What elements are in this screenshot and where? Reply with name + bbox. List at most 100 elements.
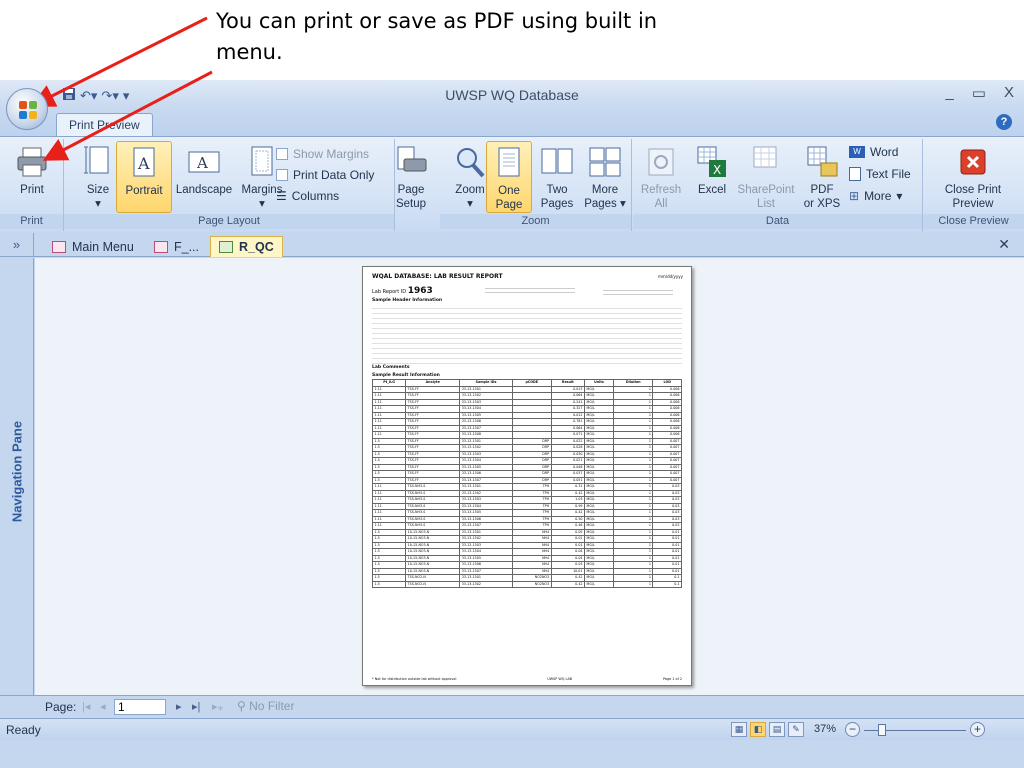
- table-cell: 0.1: [652, 580, 682, 588]
- next-page-button[interactable]: ▸: [176, 700, 182, 713]
- table-cell: MG/L: [584, 580, 614, 588]
- refresh-all-button[interactable]: Refresh All: [633, 141, 689, 213]
- help-icon[interactable]: ?: [996, 114, 1012, 130]
- footer-lab: UWSP WQ LAB: [547, 677, 573, 681]
- report-meta-block: [485, 285, 575, 293]
- page-label: Page:: [45, 700, 77, 714]
- group-data: Refresh All X Excel SharePoint List PDF or …: [633, 139, 923, 231]
- more-export-button[interactable]: ⊞ More ▾: [849, 187, 902, 205]
- landscape-button[interactable]: A Landscape: [172, 141, 236, 213]
- no-filter-indicator[interactable]: ⚲ No Filter: [237, 699, 294, 713]
- svg-text:X: X: [713, 163, 721, 177]
- report-footer: * Not for distribution outside lab witho…: [372, 677, 682, 681]
- navigation-pane-collapsed[interactable]: Navigation Pane: [0, 258, 34, 695]
- margins-icon: [251, 146, 273, 176]
- document-tab-bar: » Main Menu F_... R_QC ✕: [0, 233, 1024, 257]
- print-preview-area: WQAL DATABASE: LAB RESULT REPORT mm/dd/y…: [35, 258, 1024, 695]
- minimize-button[interactable]: _: [945, 84, 953, 102]
- one-page-icon: [498, 147, 520, 177]
- printer-icon: [17, 147, 47, 177]
- callout-line-1: You can print or save as PDF using built…: [216, 9, 658, 33]
- nav-pane-toggle[interactable]: »: [0, 233, 34, 257]
- close-preview-icon: [960, 149, 986, 175]
- group-page-layout: Size ▾ A Portrait A Landscape Margins ▾ Sh…: [64, 139, 395, 231]
- word-icon: W: [849, 146, 865, 158]
- ribbon: Print Print Size ▾ A Portrait A Landscape: [0, 136, 1024, 232]
- layout-view-icon[interactable]: ▤: [769, 722, 785, 737]
- page-setup-icon: [397, 146, 427, 172]
- text-file-export-button[interactable]: Text File: [849, 165, 911, 183]
- status-bar: Ready ▦ ◧ ▤ ✎ 37% − +: [0, 718, 1024, 740]
- lab-report-id: Lab Report ID 1963: [372, 286, 433, 296]
- table-cell: 1.5: [371, 580, 407, 588]
- word-export-button[interactable]: W Word: [849, 143, 898, 161]
- close-button[interactable]: X: [1004, 84, 1014, 102]
- group-print: Print Print: [0, 139, 64, 231]
- report-icon: [219, 241, 233, 253]
- last-page-button[interactable]: ▸|: [192, 700, 200, 713]
- tab-main-menu[interactable]: Main Menu: [44, 236, 142, 257]
- report-date: mm/dd/yyyy: [657, 274, 683, 279]
- two-pages-button[interactable]: Two Pages: [534, 141, 580, 213]
- report-title: WQAL DATABASE: LAB RESULT REPORT: [372, 273, 503, 280]
- report-view-icon[interactable]: ▦: [731, 722, 747, 737]
- zoom-out-button[interactable]: −: [845, 722, 860, 737]
- excel-button[interactable]: X Excel: [691, 141, 733, 213]
- group-label-close-preview: Close Preview: [923, 214, 1024, 229]
- columns-icon: ☰: [276, 189, 287, 203]
- group-label-page-layout: Page Layout: [64, 214, 394, 229]
- show-margins-checkbox[interactable]: Show Margins: [276, 145, 369, 163]
- first-page-button[interactable]: |◂: [82, 700, 90, 713]
- table-cell: 33-13-1502: [459, 580, 513, 588]
- more-export-icon: ⊞: [849, 189, 860, 203]
- form-icon: [154, 240, 168, 253]
- title-bar: ↶▾ ↷▾ ▾ UWSP WQ Database _ ▭ X: [0, 80, 1024, 110]
- new-record-button[interactable]: ▸⁎: [212, 700, 223, 713]
- group-close-preview: Close Print Preview Close Preview: [923, 139, 1024, 231]
- zoom-in-button[interactable]: +: [970, 722, 985, 737]
- office-button[interactable]: [6, 88, 48, 130]
- footer-note: * Not for distribution outside lab witho…: [372, 677, 457, 681]
- close-document-icon[interactable]: ✕: [998, 236, 1010, 253]
- columns-button[interactable]: ☰ Columns: [276, 187, 339, 205]
- tab-print-preview[interactable]: Print Preview: [56, 113, 153, 136]
- portrait-button[interactable]: A Portrait: [116, 141, 172, 213]
- print-button[interactable]: Print: [4, 141, 60, 213]
- status-text: Ready: [6, 723, 41, 737]
- page-setup-button[interactable]: Page Setup: [383, 141, 439, 213]
- design-view-icon[interactable]: ✎: [788, 722, 804, 737]
- page-size-icon: [84, 146, 109, 174]
- pdf-xps-button[interactable]: PDF or XPS: [799, 141, 845, 213]
- form-icon: [52, 240, 66, 253]
- view-buttons: ▦ ◧ ▤ ✎: [731, 722, 804, 737]
- sample-header-heading: Sample Header Information: [372, 298, 443, 303]
- ribbon-tab-row: Print Preview ?: [0, 110, 1024, 136]
- zoom-slider-thumb[interactable]: [878, 724, 886, 736]
- report-page: WQAL DATABASE: LAB RESULT REPORT mm/dd/y…: [362, 266, 692, 686]
- page-number-input[interactable]: 1: [114, 699, 166, 715]
- sample-header-lines: [372, 304, 682, 364]
- access-window: ↶▾ ↷▾ ▾ UWSP WQ Database _ ▭ X Print Pre…: [0, 80, 1024, 768]
- one-page-button[interactable]: One Page: [486, 141, 532, 213]
- two-pages-icon: [541, 148, 573, 174]
- table-cell: 0.42: [550, 580, 586, 588]
- table-row: 1.5 TSS-NO2-N 33-13-1502 NO2NO3 0.42 MG/L 1 0.1: [371, 580, 682, 588]
- print-data-only-checkbox[interactable]: Print Data Only: [276, 166, 374, 184]
- tab-report-qc[interactable]: R_QC: [210, 236, 283, 257]
- svg-text:A: A: [196, 154, 208, 172]
- previous-page-button[interactable]: ◂: [100, 700, 106, 713]
- portrait-icon: A: [133, 147, 155, 177]
- sharepoint-list-button[interactable]: SharePoint List: [733, 141, 799, 213]
- magnifier-icon: [457, 148, 485, 178]
- checkbox-icon: [276, 148, 288, 160]
- more-pages-button[interactable]: More Pages ▾: [580, 141, 630, 213]
- footer-page: Page 1 of 2: [662, 677, 682, 681]
- table-cell: TSS-NO2-N: [405, 580, 461, 588]
- close-print-preview-button[interactable]: Close Print Preview: [929, 141, 1017, 213]
- group-label-print: Print: [0, 214, 63, 229]
- window-controls: _ ▭ X: [945, 84, 1014, 102]
- print-preview-view-icon[interactable]: ◧: [750, 722, 766, 737]
- maximize-button[interactable]: ▭: [972, 84, 986, 102]
- tab-form-truncated[interactable]: F_...: [146, 236, 207, 257]
- more-pages-icon: [589, 147, 621, 177]
